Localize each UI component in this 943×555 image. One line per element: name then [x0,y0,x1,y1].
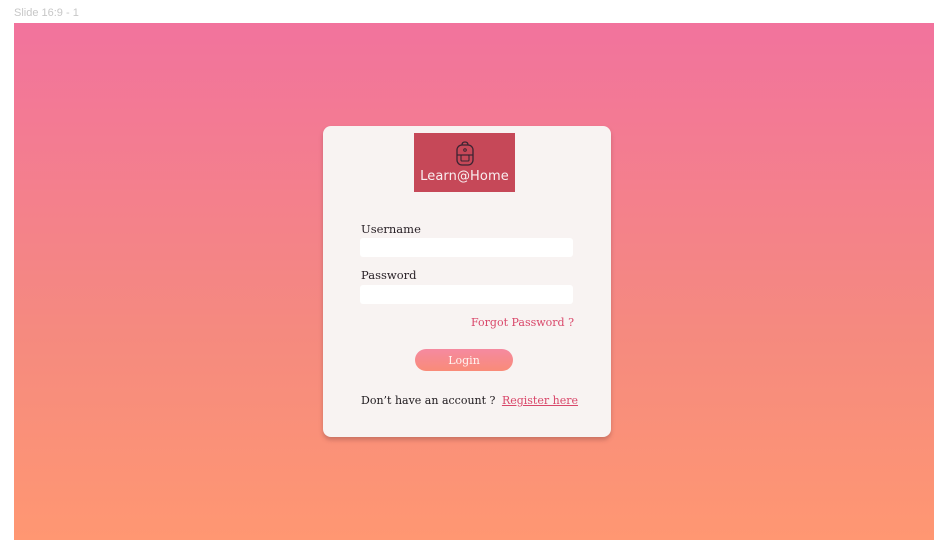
frame-label: Slide 16:9 - 1 [14,7,79,19]
username-input[interactable] [360,238,573,257]
app-logo: Learn@Home [414,133,515,192]
forgot-password-link[interactable]: Forgot Password ? [471,316,574,329]
login-button[interactable]: Login [415,349,513,371]
no-account-text: Don’t have an account ? [361,394,496,407]
register-link[interactable]: Register here [502,394,578,407]
username-label: Username [361,222,421,236]
brand-name: Learn@Home [420,169,509,184]
login-card: Learn@Home Username Password Forgot Pass… [323,126,611,437]
slide-background: Learn@Home Username Password Forgot Pass… [14,23,934,540]
password-label: Password [361,268,417,282]
register-prompt: Don’t have an account ? Register here [361,394,578,407]
password-input[interactable] [360,285,573,304]
backpack-icon [455,141,474,166]
